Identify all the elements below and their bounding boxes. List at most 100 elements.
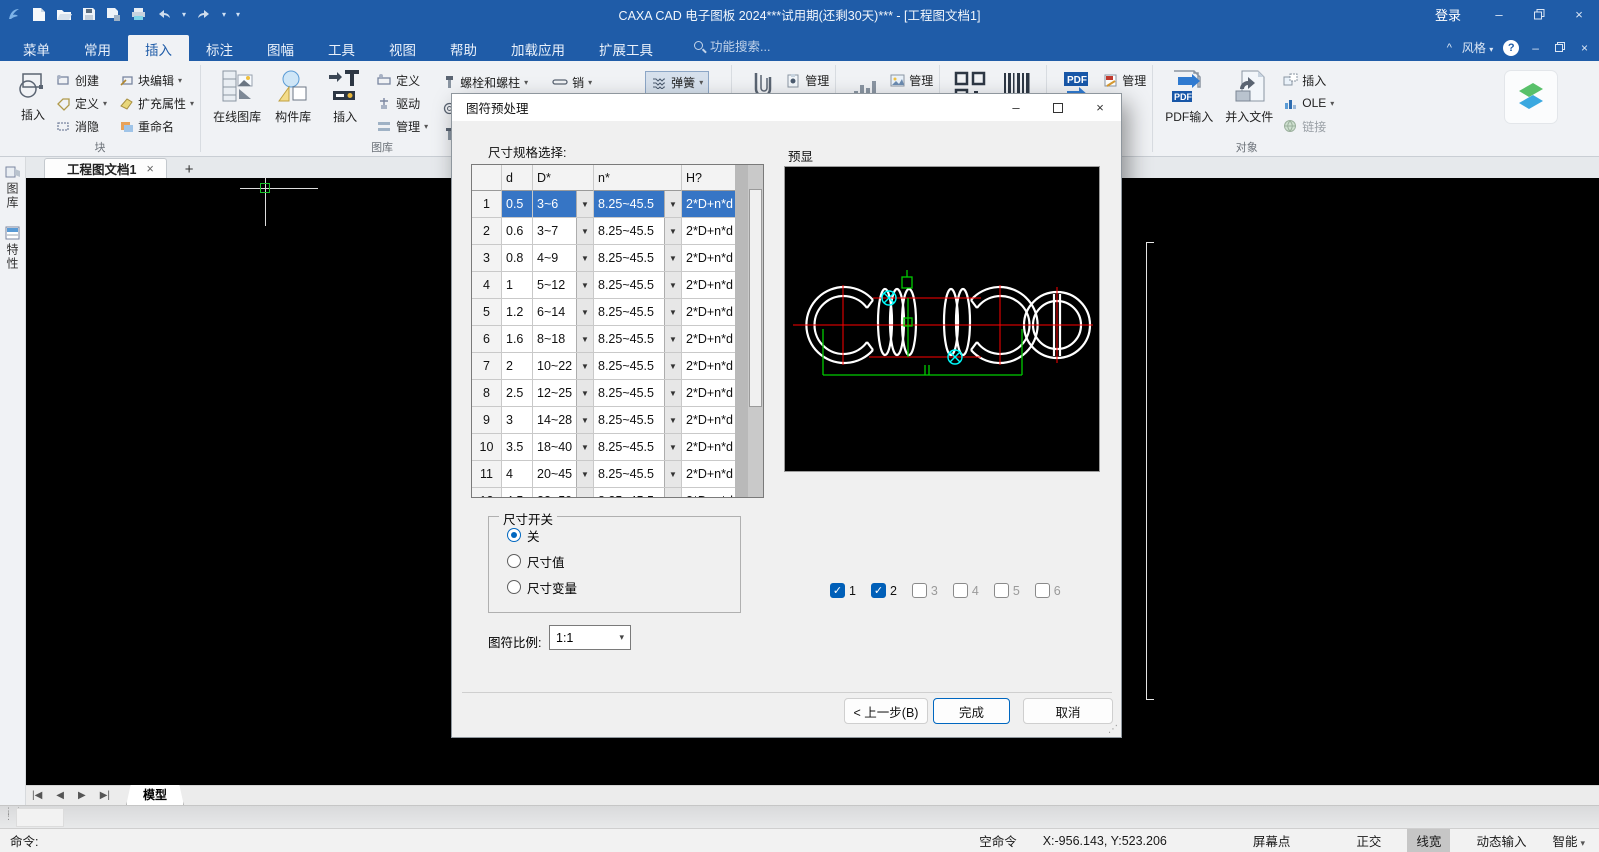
new-file-icon[interactable] xyxy=(32,7,46,22)
tab-close-icon[interactable]: × xyxy=(146,162,153,176)
cell-n-range[interactable]: 8.25~45.5▼ xyxy=(594,299,682,326)
size-switch-radio-尺寸变量[interactable]: 尺寸变量 xyxy=(507,579,740,596)
row-number-cell[interactable]: 11 xyxy=(472,461,502,488)
view-checkbox-1[interactable]: ✓ 1 xyxy=(830,583,856,598)
cell-H-formula[interactable]: 2*D+n*d xyxy=(682,299,735,326)
table-header-cell[interactable]: D* xyxy=(533,165,594,191)
menu-tab-视图[interactable]: 视图 xyxy=(372,35,433,61)
block-edit-button[interactable]: 块编辑 ▾ xyxy=(119,70,194,90)
library-drive-button[interactable]: 驱动 xyxy=(377,93,428,113)
block-create-button[interactable]: 创建 xyxy=(56,70,107,90)
block-hide-button[interactable]: 消隐 xyxy=(56,116,107,136)
cell-D-range[interactable]: 6~14 ▼ xyxy=(533,299,594,326)
object-insert-button[interactable]: 插入 xyxy=(1283,70,1334,90)
clipboard-manage-button[interactable]: 管理 xyxy=(786,70,829,90)
cell-D-range[interactable]: 3~6 ▼ xyxy=(533,191,594,218)
redo-icon[interactable] xyxy=(196,8,212,20)
command-prompt[interactable]: 命令: xyxy=(0,831,38,850)
cell-d[interactable]: 4.5 xyxy=(502,488,533,497)
cell-dropdown-button[interactable]: ▼ xyxy=(664,353,681,379)
cell-H-formula[interactable]: 2*D+n*d xyxy=(682,191,735,218)
login-button[interactable]: 登录 xyxy=(1417,5,1479,24)
view-checkbox-3[interactable]: 3 xyxy=(911,583,938,598)
row-number-cell[interactable]: 7 xyxy=(472,353,502,380)
side-tab-library[interactable]: 图库 xyxy=(0,157,25,218)
dialog-titlebar[interactable]: 图符预处理 – × xyxy=(452,94,1121,121)
table-scrollbar[interactable] xyxy=(748,165,763,497)
part-bolt-button[interactable]: 螺栓和螺柱 ▾ xyxy=(438,72,533,93)
customize-quick-access-icon[interactable]: ▾ xyxy=(236,10,240,19)
redo-dropdown-icon[interactable]: ▾ xyxy=(222,10,226,19)
checkbox-icon[interactable] xyxy=(911,583,927,598)
dialog-minimize-button[interactable]: – xyxy=(995,94,1037,121)
cell-dropdown-button[interactable]: ▼ xyxy=(664,299,681,325)
cell-dropdown-button[interactable]: ▼ xyxy=(576,218,593,244)
dialog-close-button[interactable]: × xyxy=(1079,94,1121,121)
cell-n-range[interactable]: 8.25~45.5▼ xyxy=(594,218,682,245)
size-switch-radio-尺寸值[interactable]: 尺寸值 xyxy=(507,553,740,570)
line-width-toggle[interactable]: 线宽 xyxy=(1407,829,1451,852)
row-number-cell[interactable]: 10 xyxy=(472,434,502,461)
function-search[interactable]: 功能搜索... xyxy=(694,36,770,55)
symbol-insert-button[interactable]: 插入 xyxy=(319,65,371,129)
help-icon[interactable]: ? xyxy=(1503,39,1520,56)
cell-d[interactable]: 4 xyxy=(502,461,533,488)
next-page-icon[interactable]: ▶ xyxy=(72,790,92,801)
cell-n-range[interactable]: 8.25~45.5▼ xyxy=(594,380,682,407)
symbol-scale-combobox[interactable]: 1:1 ▾ xyxy=(549,625,631,650)
collapse-ribbon-icon[interactable]: ^ xyxy=(1447,42,1452,54)
cell-dropdown-button[interactable]: ▼ xyxy=(664,245,681,271)
cell-d[interactable]: 2 xyxy=(502,353,533,380)
cell-n-range[interactable]: 8.25~45.5▼ xyxy=(594,191,682,218)
table-row[interactable]: 2 0.6 3~7 ▼ 8.25~45.5 ▼ 2*D+n*d xyxy=(472,218,735,245)
cell-H-formula[interactable]: 2*D+n*d xyxy=(682,434,735,461)
table-row[interactable]: 7 2 10~22 ▼ 8.25~45.5 ▼ 2*D+n*d xyxy=(472,353,735,380)
table-row[interactable]: 124.522~50▼8.25~45.5▼2*D+n*d xyxy=(472,488,735,497)
part-pin-button[interactable]: 销 ▾ xyxy=(547,72,597,93)
cell-dropdown-button[interactable]: ▼ xyxy=(664,488,681,497)
block-rename-button[interactable]: 重命名 xyxy=(119,116,194,136)
new-tab-button[interactable]: + xyxy=(177,161,202,178)
cell-D-range[interactable]: 18~40 ▼ xyxy=(533,434,594,461)
restore-button[interactable] xyxy=(1519,0,1559,28)
object-ole-button[interactable]: OLE ▾ xyxy=(1283,93,1334,113)
document-tab[interactable]: 工程图文档1 × xyxy=(44,158,167,178)
cell-H-formula[interactable]: 2*D+n*d xyxy=(682,488,735,497)
cell-dropdown-button[interactable]: ▼ xyxy=(576,461,593,487)
undo-dropdown-icon[interactable]: ▾ xyxy=(182,10,186,19)
library-define-button[interactable]: 定义 xyxy=(377,70,428,90)
cell-dropdown-button[interactable]: ▼ xyxy=(576,353,593,379)
cell-d[interactable]: 2.5 xyxy=(502,380,533,407)
cell-dropdown-button[interactable]: ▼ xyxy=(576,380,593,406)
radio-button[interactable] xyxy=(507,528,521,542)
ortho-toggle[interactable]: 正交 xyxy=(1356,831,1381,850)
print-icon[interactable] xyxy=(131,7,146,21)
size-switch-radio-关[interactable]: 关 xyxy=(507,527,740,544)
dynamic-input-toggle[interactable]: 动态输入 xyxy=(1476,831,1526,850)
cell-dropdown-button[interactable]: ▼ xyxy=(576,407,593,433)
first-page-icon[interactable]: |◀ xyxy=(26,790,48,801)
cell-dropdown-button[interactable]: ▼ xyxy=(576,326,593,352)
cell-dropdown-button[interactable]: ▼ xyxy=(576,434,593,460)
cell-H-formula[interactable]: 2*D+n*d xyxy=(682,461,735,488)
cell-d[interactable]: 0.5 xyxy=(502,191,533,218)
block-insert-button[interactable]: 插入 xyxy=(10,65,56,127)
view-checkbox-5[interactable]: 5 xyxy=(993,583,1020,598)
open-file-icon[interactable] xyxy=(56,7,72,21)
table-row[interactable]: 10 3.5 18~40 ▼ 8.25~45.5 ▼ 2*D+n*d xyxy=(472,434,735,461)
close-button[interactable]: × xyxy=(1559,0,1599,28)
cell-n-range[interactable]: 8.25~45.5▼ xyxy=(594,461,682,488)
cell-dropdown-button[interactable]: ▼ xyxy=(664,218,681,244)
cell-D-range[interactable]: 10~22 ▼ xyxy=(533,353,594,380)
cell-dropdown-button[interactable]: ▼ xyxy=(664,272,681,298)
table-header-cell[interactable] xyxy=(472,165,502,191)
cell-dropdown-button[interactable]: ▼ xyxy=(664,191,681,217)
component-library-button[interactable]: 构件库 xyxy=(267,65,319,129)
cell-D-range[interactable]: 8~18 ▼ xyxy=(533,326,594,353)
cell-dropdown-button[interactable]: ▼ xyxy=(664,434,681,460)
cell-d[interactable]: 1 xyxy=(502,272,533,299)
checkbox-icon[interactable] xyxy=(993,583,1009,598)
part-spring-button[interactable]: 弹簧 ▾ xyxy=(645,70,710,94)
table-row[interactable]: 3 0.8 4~9 ▼ 8.25~45.5 ▼ 2*D+n*d xyxy=(472,245,735,272)
back-button[interactable]: < 上一步(B) xyxy=(844,698,928,724)
